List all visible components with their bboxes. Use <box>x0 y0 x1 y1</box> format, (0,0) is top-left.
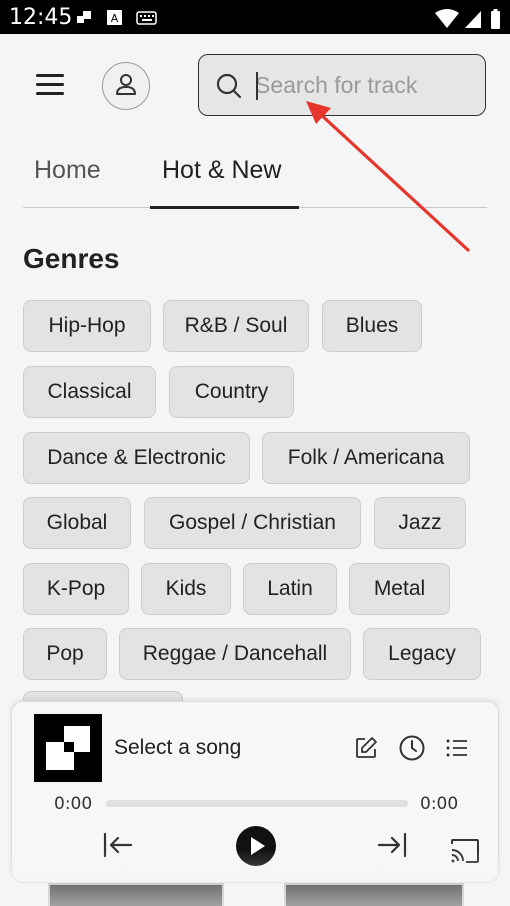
genre-chip-metal[interactable]: Metal <box>349 563 450 615</box>
status-bar: 12:45 A <box>0 0 510 34</box>
duration-time: 0:00 <box>420 794 459 814</box>
play-button[interactable] <box>235 825 277 867</box>
skip-next-icon[interactable] <box>376 830 408 860</box>
genre-chip-country[interactable]: Country <box>169 366 294 418</box>
queue-list-icon[interactable] <box>444 736 470 760</box>
song-title: Select a song <box>114 736 242 759</box>
notification-icon <box>77 11 91 23</box>
profile-button[interactable] <box>102 62 150 110</box>
elapsed-time: 0:00 <box>54 794 93 814</box>
content-card-peek[interactable] <box>284 883 464 906</box>
wifi-icon <box>435 9 459 28</box>
progress-bar[interactable] <box>106 800 408 807</box>
user-icon <box>116 74 136 95</box>
genre-chip-global[interactable]: Global <box>23 497 131 549</box>
cellular-icon <box>465 11 481 28</box>
tab-bar: Home Hot & New <box>23 144 487 209</box>
battery-icon <box>491 9 500 29</box>
clock-icon[interactable] <box>398 734 426 762</box>
album-art <box>34 714 102 782</box>
search-box[interactable] <box>198 54 486 116</box>
cast-icon[interactable] <box>450 838 480 864</box>
genres-heading: Genres <box>23 243 120 274</box>
genre-chip-k-pop[interactable]: K-Pop <box>23 563 129 615</box>
genre-chip-reggae-dancehall[interactable]: Reggae / Dancehall <box>119 628 351 680</box>
mini-player: Select a song 0:00 0:00 <box>11 701 499 883</box>
genre-chip-classical[interactable]: Classical <box>23 366 156 418</box>
genre-chip-jazz[interactable]: Jazz <box>374 497 466 549</box>
app-logo-icon <box>46 726 90 770</box>
a-notification-icon: A <box>107 10 122 25</box>
genre-chip-kids[interactable]: Kids <box>141 563 231 615</box>
search-input[interactable] <box>255 69 475 101</box>
genre-chip-gospel-christian[interactable]: Gospel / Christian <box>144 497 361 549</box>
top-bar <box>0 34 510 144</box>
skip-previous-icon[interactable] <box>102 830 134 860</box>
genre-chip-legacy[interactable]: Legacy <box>363 628 481 680</box>
genre-chip-rnb-soul[interactable]: R&B / Soul <box>163 300 309 352</box>
genre-chip-dance-electronic[interactable]: Dance & Electronic <box>23 432 250 484</box>
genre-chip-blues[interactable]: Blues <box>322 300 422 352</box>
svg-text:A: A <box>111 12 119 25</box>
keyboard-icon <box>136 11 157 25</box>
tab-home[interactable]: Home <box>34 156 101 185</box>
edit-icon[interactable] <box>354 736 378 760</box>
genre-chip-folk-americana[interactable]: Folk / Americana <box>262 432 470 484</box>
status-time: 12:45 <box>9 5 73 30</box>
search-icon <box>216 73 242 99</box>
content-card-peek[interactable] <box>48 883 224 906</box>
menu-button[interactable] <box>36 72 66 98</box>
genre-chip-pop[interactable]: Pop <box>23 628 107 680</box>
genre-chip-hip-hop[interactable]: Hip-Hop <box>23 300 151 352</box>
text-cursor <box>256 72 258 100</box>
active-tab-indicator <box>150 205 299 209</box>
genre-chip-latin[interactable]: Latin <box>243 563 337 615</box>
tab-hot-and-new[interactable]: Hot & New <box>162 156 281 185</box>
